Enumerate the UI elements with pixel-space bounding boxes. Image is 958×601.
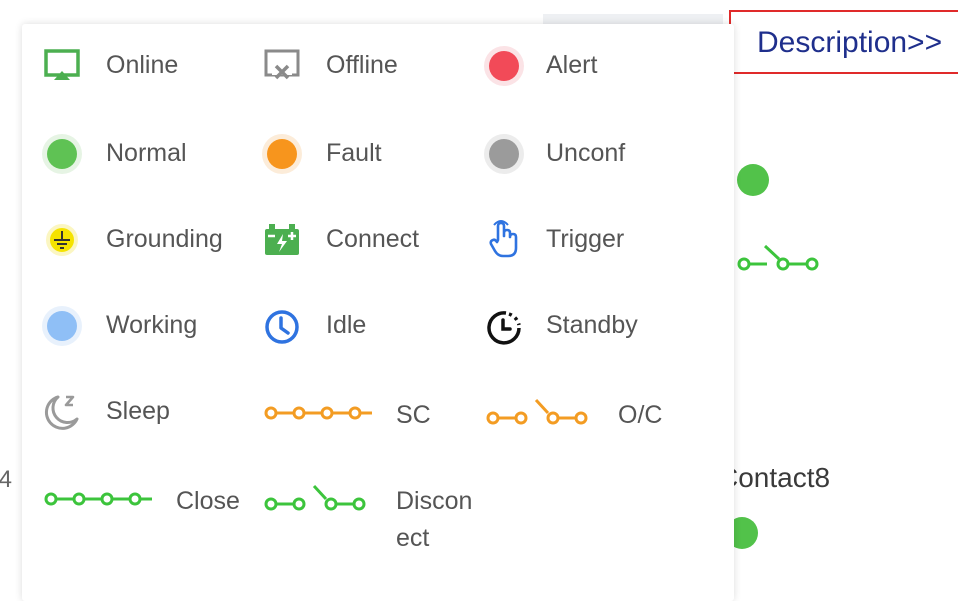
online-monitor-icon [40,38,84,94]
legend-label-oc: O/C [618,401,663,429]
legend-label-standby: Standby [546,311,638,339]
trigger-hand-icon [482,212,526,268]
legend-label-disconnect-line1: Discon [396,487,473,515]
legend-label-unconf: Unconf [546,139,626,167]
alert-dot-icon [482,38,526,94]
normal-dot-icon [40,126,84,182]
standby-clock-icon [482,298,526,354]
legend-label-offline: Offline [326,51,398,79]
working-dot-icon [40,298,84,354]
legend-label-fault: Fault [326,139,382,167]
connect-battery-icon [260,212,304,268]
grounding-icon [40,212,84,268]
status-legend-popover: Online Offline Alert Normal Fault Unconf [22,24,734,601]
offline-monitor-icon [260,38,304,94]
legend-label-sc: SC [396,401,431,429]
sc-switch-icon [264,406,372,420]
oc-switch-icon [486,398,588,425]
legend-label-online: Online [106,51,179,79]
legend-label-alert: Alert [546,51,598,79]
unconf-dot-icon [482,126,526,182]
legend-label-connect: Connect [326,225,420,253]
background-left-partial-label: t4 [0,466,13,493]
legend-label-trigger: Trigger [546,225,625,253]
description-button[interactable]: Description>> [729,10,958,74]
legend-label-working: Working [106,311,198,339]
legend-label-normal: Normal [106,139,187,167]
disconnect-switch-icon [264,484,366,511]
background-status-dot [737,164,769,196]
legend-label-disconnect-line2: ect [396,524,430,552]
idle-clock-icon [260,298,304,354]
close-switch-icon [44,492,152,506]
legend-label-close: Close [176,487,240,515]
legend-label-grounding: Grounding [106,225,223,253]
background-contact8-label: Contact8 [718,462,831,493]
background-switch-icon [737,244,819,271]
legend-label-sleep: Sleep [106,397,170,425]
fault-dot-icon [260,126,304,182]
legend-label-idle: Idle [326,311,367,339]
sleep-moon-icon [40,384,84,440]
